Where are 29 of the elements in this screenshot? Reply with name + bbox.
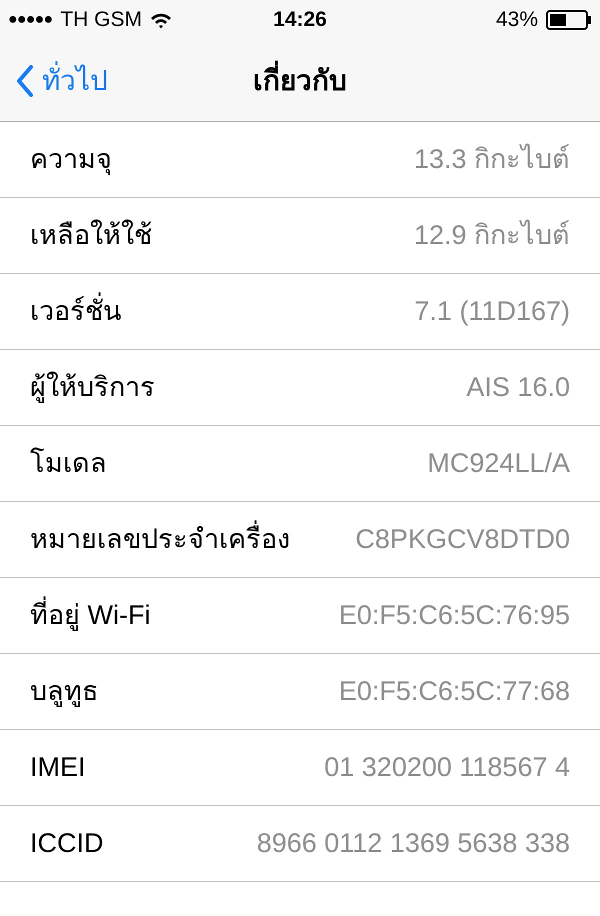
battery-icon [546, 10, 592, 30]
row-value: 8966 0112 1369 5638 338 [256, 827, 570, 860]
row-value: E0:F5:C6:5C:77:68 [338, 675, 570, 708]
row-label: ที่อยู่ Wi-Fi [30, 595, 150, 636]
row-value: MC924LL/A [427, 447, 570, 480]
row-value: E0:F5:C6:5C:76:95 [338, 599, 570, 632]
row-label: IMEI [30, 751, 86, 784]
row-label: โมเดล [30, 446, 107, 480]
row-label: ICCID [30, 827, 104, 860]
row-value: 13.3 กิกะไบต์ [414, 142, 570, 176]
row-value: C8PKGCV8DTD0 [355, 523, 570, 556]
carrier-name: TH GSM [60, 7, 142, 34]
row-label: บลูทูธ [30, 675, 98, 709]
row-label: เหลือให้ใช้ [30, 218, 152, 252]
row-value: 7.1 (11D167) [414, 295, 570, 328]
row-value: 12.9 กิกะไบต์ [414, 218, 570, 252]
row-label: ความจุ [30, 143, 112, 178]
row-label: ผู้ให้บริการ [30, 370, 155, 405]
wifi-icon [150, 12, 172, 28]
row-value: 01 320200 118567 4 [324, 751, 570, 784]
back-button[interactable]: ทั่วไป [0, 60, 108, 102]
chevron-left-icon [16, 64, 34, 96]
signal-dots: ●●●●● [8, 10, 52, 30]
row-label: เวอร์ชั่น [30, 291, 121, 332]
page-title: เกี่ยวกับ [253, 60, 347, 102]
row-label: หมายเลขประจำเครื่อง [30, 519, 290, 560]
battery-percent: 43% [496, 7, 538, 34]
row-value: AIS 16.0 [466, 371, 570, 404]
clock-time: 14:26 [273, 7, 327, 34]
